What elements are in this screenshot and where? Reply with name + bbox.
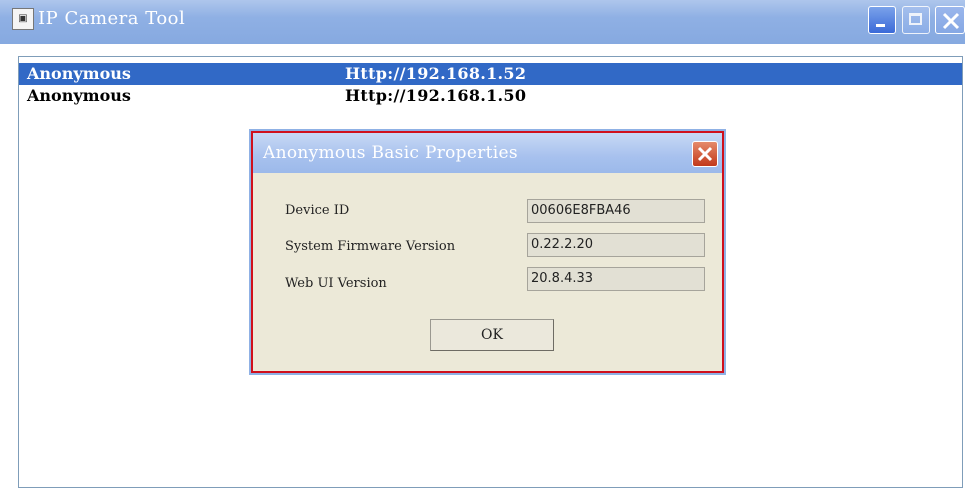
window-title: IP Camera Tool xyxy=(38,8,186,29)
ip-camera-tool-window: ▣ IP Camera Tool Anonymous Http://192.16… xyxy=(0,0,965,495)
dialog-title: Anonymous Basic Properties xyxy=(263,143,518,163)
device-id-value: 00606E8FBA46 xyxy=(527,199,705,223)
firmware-version-value: 0.22.2.20 xyxy=(527,233,705,257)
web-ui-version-label: Web UI Version xyxy=(285,276,387,291)
device-id-label: Device ID xyxy=(285,203,350,218)
device-list-row[interactable]: Anonymous Http://192.168.1.50 xyxy=(19,85,962,107)
title-bar[interactable]: ▣ IP Camera Tool xyxy=(0,0,965,44)
minimize-button[interactable] xyxy=(868,6,896,34)
camera-app-icon[interactable]: ▣ xyxy=(12,8,34,30)
firmware-version-label: System Firmware Version xyxy=(285,239,456,254)
close-button[interactable] xyxy=(935,6,965,34)
basic-properties-dialog: Anonymous Basic Properties Device ID 006… xyxy=(249,129,726,375)
device-name: Anonymous xyxy=(27,64,131,83)
device-name: Anonymous xyxy=(27,86,131,105)
dialog-close-button[interactable] xyxy=(692,141,718,167)
close-icon xyxy=(697,146,713,162)
web-ui-version-value: 20.8.4.33 xyxy=(527,267,705,291)
maximize-button[interactable] xyxy=(902,6,930,34)
dialog-title-bar[interactable]: Anonymous Basic Properties xyxy=(253,133,722,173)
device-list-row[interactable]: Anonymous Http://192.168.1.52 xyxy=(19,63,962,85)
close-icon xyxy=(942,12,960,30)
ok-button[interactable]: OK xyxy=(430,319,554,351)
device-address: Http://192.168.1.50 xyxy=(345,86,527,105)
device-address: Http://192.168.1.52 xyxy=(345,64,527,83)
